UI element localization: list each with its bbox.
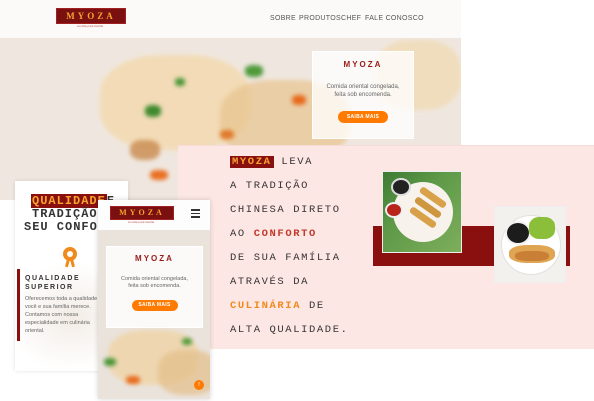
mobile-brand-tagline: comida para família [127,220,155,224]
nav-link-produtos[interactable]: PRODUTOS [299,15,341,22]
about-culinaria-highlight: CULINÁRIA [230,300,302,312]
carrot-piece [150,170,168,180]
gyoza-photo [494,206,566,283]
mobile-brand-logo[interactable]: MYOZA [110,206,174,220]
hero-card: MYOZA Comida oriental congelada, feita s… [312,51,414,139]
about-line-1: MYOZA LEVA [230,156,313,168]
scallion-piece [145,105,161,117]
about-line-5: DE SUA FAMÍLIA [230,252,341,264]
hero-card-text-line1: Comida oriental congelada, [326,84,400,90]
about-line-4: AO CONFORTO [230,228,317,240]
scallion-piece [104,358,116,366]
tablet-body-line4: especialidade em culinária [25,320,90,326]
about-line-7: CULINÁRIA DE [230,300,325,312]
mobile-card-text-line2: feita sob encomenda. [128,283,181,289]
scallion-piece [245,65,263,77]
mobile-hero-card: MYOZA Comida oriental congelada, feita s… [106,246,203,328]
award-ribbon-icon [63,247,77,268]
carrot-piece [126,376,140,384]
hamburger-menu-icon[interactable] [191,209,200,218]
tablet-body-line3: Contamos com nossa [25,312,79,318]
about-line7-rest: DE [309,300,325,312]
about-line-3: CHINESA DIRETO [230,204,341,216]
scallion-piece [175,78,185,86]
sauce-bowl [385,202,403,218]
about-brand-highlight: MYOZA [230,156,274,168]
mobile-card-text-line1: Comida oriental congelada, [121,276,188,282]
tablet-body-line5: oriental. [25,328,45,334]
tablet-body-line1: Oferecemos toda a qualidade [25,296,98,302]
salad-shape [529,217,555,239]
brand-logo[interactable]: MYOZA [56,8,126,24]
tablet-qualidade-highlight: QUALIDADE [31,194,107,208]
dumpling-filling [130,140,160,160]
nav-link-chef[interactable]: CHEF [341,15,361,22]
about-line1-rest: LEVA [281,156,314,168]
about-line-2: A TRADIÇÃO [230,180,310,192]
nav-link-fale-conosco[interactable]: FALE CONOSCO [365,15,424,22]
about-line4-pre: AO [230,228,246,240]
about-section: MYOZA LEVA A TRADIÇÃO CHINESA DIRETO AO … [178,145,594,349]
desktop-navbar: MYOZA comida para família SOBRE PRODUTOS… [0,0,461,38]
brand-tagline: comida para família [76,24,104,28]
gyoza-shape [515,251,549,261]
mobile-saiba-mais-button[interactable]: SAIBA MAIS [131,300,178,311]
about-line-8: ALTA QUALIDADE. [230,324,349,336]
about-conforto-highlight: CONFORTO [253,228,317,240]
hero-card-title: MYOZA [343,60,383,69]
tablet-section-title-line1: QUALIDADE [25,275,81,282]
nav-link-sobre[interactable]: SOBRE [270,15,296,22]
mobile-card-title: MYOZA [135,254,174,263]
arrow-up-icon[interactable]: ↑ [194,380,204,390]
carrot-piece [220,130,234,139]
tablet-red-accent-bar [17,269,20,341]
tablet-section-title-line2: SUPERIOR [25,284,74,291]
hero-saiba-mais-button[interactable]: SAIBA MAIS [338,111,388,123]
soy-sauce-bowl [505,221,531,245]
about-line-6: ATRAVÉS DA [230,276,310,288]
scallion-piece [182,338,192,345]
tablet-heading-line2: TRADIÇÃO [32,207,98,221]
carrot-piece [292,95,306,105]
spring-rolls-photo [382,171,462,253]
soy-sauce-bowl [391,178,411,196]
tablet-body-line2: você e sua família merece. [25,304,91,310]
mobile-navbar: MYOZA comida para família [98,200,210,230]
hero-card-text-line2: feita sob encomenda. [334,92,392,98]
mobile-preview: MYOZA comida para família MYOZA Comida o… [98,200,210,399]
